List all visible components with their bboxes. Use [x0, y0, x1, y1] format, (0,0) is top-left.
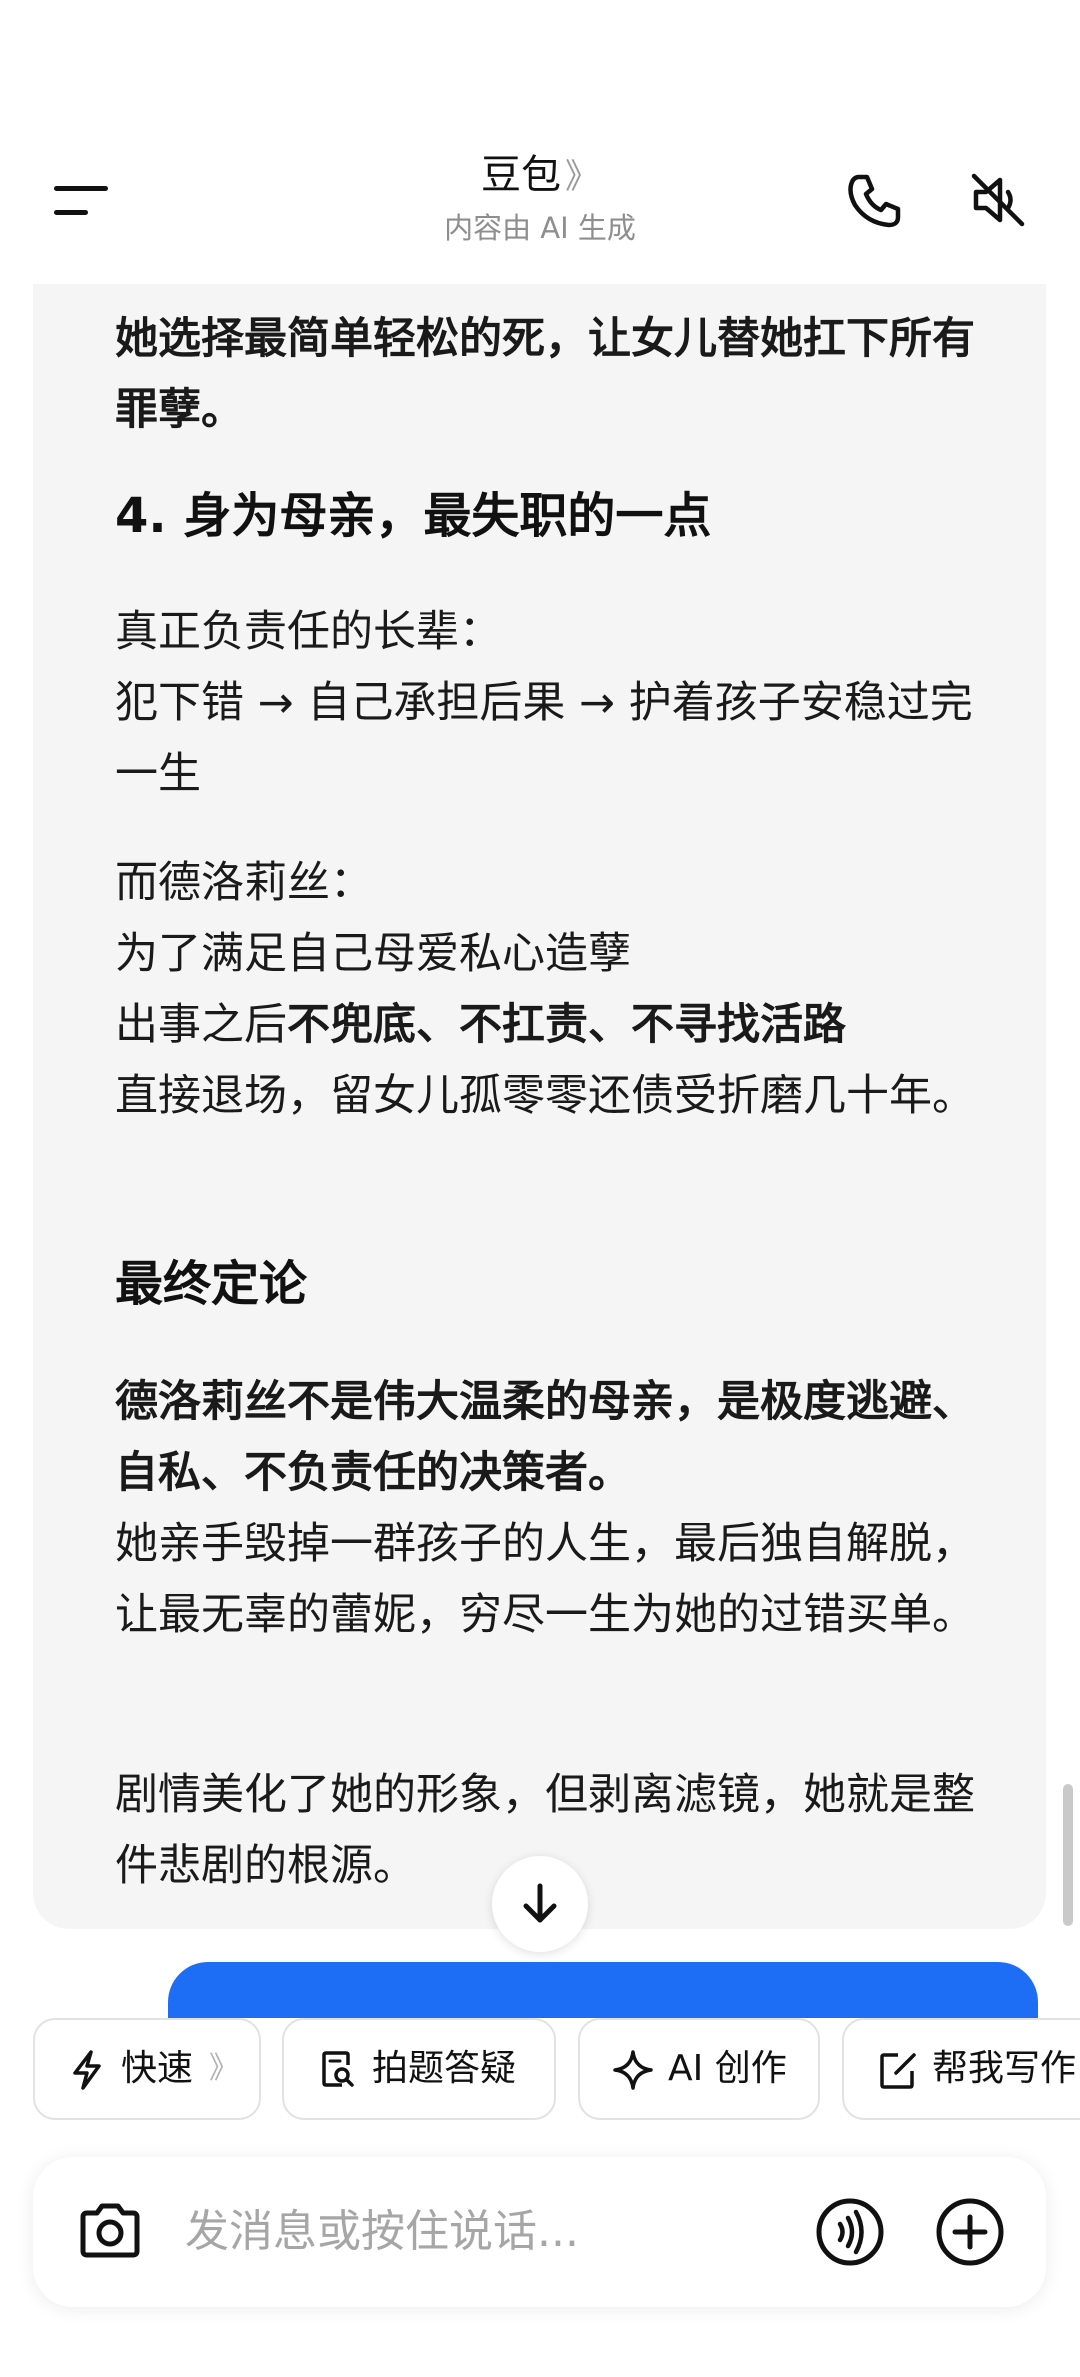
message-paragraph: 她选择最简单轻松的死，让女儿替她扛下所有罪孽。	[115, 314, 975, 435]
phone-icon[interactable]	[845, 172, 903, 230]
quick-action-ai-create[interactable]: AI 创作	[578, 2018, 820, 2120]
app-header: 豆包》 内容由 AI 生成	[0, 0, 1080, 285]
camera-icon[interactable]	[77, 2201, 143, 2261]
edit-icon	[880, 2053, 916, 2089]
quick-action-fast[interactable]: 快速 》	[33, 2018, 261, 2120]
quick-action-write[interactable]: 帮我写作	[842, 2018, 1080, 2120]
chat-title[interactable]: 豆包	[481, 152, 561, 198]
message-paragraph: 德洛莉丝不是伟大温柔的母亲，是极度逃避、自私、不负责任的决策者。	[115, 1377, 975, 1498]
quick-action-label: 拍题答疑	[372, 2048, 517, 2089]
message-line: 为了满足自己母爱私心造孽	[115, 929, 631, 979]
ai-generated-notice: 内容由 AI 生成	[444, 211, 636, 245]
message-line: 而德洛莉丝：	[115, 858, 373, 908]
message-bold-text: 不兜底、不扛责、不寻找活路	[287, 1000, 846, 1050]
quick-action-label: 快速	[121, 2048, 194, 2089]
sparkle-icon	[613, 2050, 653, 2090]
section-heading: 4. 身为母亲，最失职的一点	[115, 488, 712, 544]
message-text: 出事之后	[115, 1000, 287, 1050]
scrollbar[interactable]	[1063, 1784, 1073, 1926]
search-doc-icon	[322, 2051, 354, 2087]
speaker-muted-icon[interactable]	[968, 170, 1028, 230]
message-line: 直接退场，留女儿孤零零还债受折磨几十年。	[115, 1071, 975, 1121]
quick-actions-bar: 快速 》 拍题答疑 AI 创作 帮我写作	[0, 2018, 1080, 2126]
user-message-bubble	[168, 1962, 1038, 2022]
plus-icon[interactable]	[935, 2197, 1005, 2267]
message-paragraph: 她亲手毁掉一群孩子的人生，最后独自解脱，让最无辜的蕾妮，穷尽一生为她的过错买单。	[115, 1519, 975, 1640]
lightning-icon	[73, 2050, 101, 2090]
quick-action-photo-qa[interactable]: 拍题答疑	[282, 2018, 556, 2120]
message-line: 出事之后不兜底、不扛责、不寻找活路	[115, 990, 1015, 1061]
message-input-bar: 发消息或按住说话...	[33, 2157, 1046, 2307]
scroll-to-bottom-button[interactable]	[492, 1856, 588, 1952]
message-line: 犯下错 → 自己承担后果 → 护着孩子安稳过完一生	[115, 678, 973, 799]
title-chevron-icon: 》	[565, 157, 599, 197]
arrow-down-icon	[523, 1883, 557, 1923]
section-heading: 最终定论	[115, 1256, 308, 1312]
message-input[interactable]: 发消息或按住说话...	[185, 2203, 579, 2261]
chevron-right-icon: 》	[209, 2051, 239, 2086]
message-line: 真正负责任的长辈：	[115, 607, 502, 657]
assistant-message-card: 她选择最简单轻松的死，让女儿替她扛下所有罪孽。 4. 身为母亲，最失职的一点 真…	[33, 284, 1046, 1929]
quick-action-label: AI 创作	[668, 2048, 787, 2089]
quick-action-label: 帮我写作	[932, 2048, 1077, 2089]
voice-input-icon[interactable]	[815, 2197, 885, 2267]
chat-title-area[interactable]: 豆包》 内容由 AI 生成	[0, 150, 1080, 248]
